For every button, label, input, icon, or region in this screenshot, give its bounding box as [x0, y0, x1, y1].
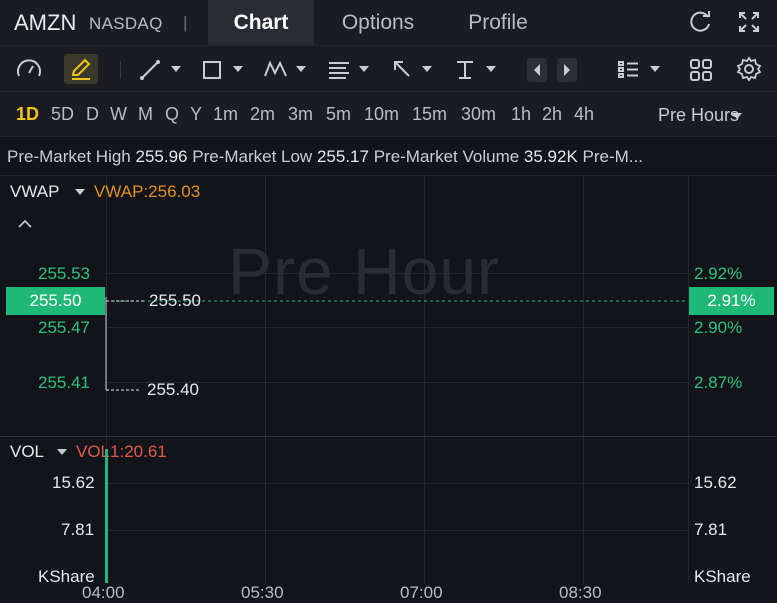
- next-arrow-icon[interactable]: [557, 58, 577, 82]
- time-axis-label: 05:30: [241, 583, 284, 602]
- arrow-dropdown[interactable]: [422, 66, 432, 72]
- indicator-dropdown[interactable]: [650, 66, 660, 72]
- vol-value: VOL1:20.61: [76, 442, 167, 461]
- refresh-icon[interactable]: [688, 9, 714, 35]
- volume-bar: [105, 449, 108, 583]
- period-2h[interactable]: 2h: [542, 104, 562, 125]
- volume-axis-label: 7.81: [694, 520, 728, 539]
- fibonacci-icon[interactable]: [326, 54, 352, 84]
- vertical-line-icon[interactable]: [452, 54, 478, 84]
- settings-icon[interactable]: [736, 54, 762, 84]
- period-selector: 1D 5D D W M Q Y 1m 2m 3m 5m 10m 15m 30m …: [0, 91, 777, 136]
- fullscreen-icon[interactable]: [736, 9, 762, 35]
- period-1h[interactable]: 1h: [511, 104, 531, 125]
- vol-dropdown[interactable]: [57, 449, 67, 455]
- high-price-label: 255.50: [149, 291, 201, 310]
- premarket-more: Pre-M...: [582, 147, 643, 166]
- volume-axis-label: KShare: [694, 567, 751, 586]
- period-10m[interactable]: 10m: [364, 104, 399, 125]
- rectangle-dropdown[interactable]: [233, 66, 243, 72]
- drawing-toolbar: [0, 45, 777, 91]
- price-line-chart: [105, 297, 688, 391]
- prev-arrow-icon[interactable]: [527, 58, 547, 82]
- period-1d[interactable]: 1D: [16, 104, 39, 125]
- chevron-down-icon[interactable]: [732, 113, 742, 119]
- grid-icon[interactable]: [688, 54, 714, 84]
- chart-area[interactable]: Pre Hour VWAP VWAP:256.03 255.53 255.47 …: [0, 177, 777, 603]
- fibonacci-dropdown[interactable]: [359, 66, 369, 72]
- toolbar-divider: [120, 61, 121, 79]
- period-w[interactable]: W: [110, 104, 127, 125]
- low-price-label: 255.40: [147, 380, 199, 399]
- wave-icon[interactable]: [262, 54, 290, 84]
- premarket-low-value: 255.17: [316, 147, 369, 166]
- time-axis-label: 07:00: [400, 583, 443, 602]
- premarket-high-label: Pre-Market High: [7, 147, 131, 166]
- premarket-high-value: 255.96: [135, 147, 188, 166]
- period-30m[interactable]: 30m: [461, 104, 496, 125]
- indicator-list-icon[interactable]: [616, 54, 642, 84]
- period-5d[interactable]: 5D: [51, 104, 74, 125]
- tab-profile[interactable]: Profile: [448, 0, 548, 45]
- period-5m[interactable]: 5m: [326, 104, 351, 125]
- rectangle-icon[interactable]: [199, 54, 225, 84]
- tab-chart[interactable]: Chart: [208, 0, 314, 45]
- premarket-volume-value: 35.92K: [523, 147, 578, 166]
- session-select[interactable]: Pre Hours: [658, 105, 739, 126]
- volume-axis-label: 15.62: [52, 473, 95, 492]
- period-3m[interactable]: 3m: [288, 104, 313, 125]
- tab-options[interactable]: Options: [323, 0, 433, 45]
- trendline-dropdown[interactable]: [171, 66, 181, 72]
- header-separator: |: [183, 13, 188, 32]
- gauge-icon[interactable]: [14, 54, 44, 84]
- ticker-symbol: AMZN: [14, 10, 77, 35]
- grid-line: [106, 483, 688, 484]
- vertical-line-dropdown[interactable]: [486, 66, 496, 72]
- time-axis-label: 08:30: [559, 583, 602, 602]
- volume-axis-label: 15.62: [694, 473, 737, 492]
- period-m[interactable]: M: [138, 104, 153, 125]
- period-y[interactable]: Y: [190, 104, 202, 125]
- grid-line: [106, 530, 688, 531]
- premarket-low-label: Pre-Market Low: [192, 147, 313, 166]
- wave-dropdown[interactable]: [296, 66, 306, 72]
- period-d[interactable]: D: [86, 104, 99, 125]
- vol-indicator-label[interactable]: VOL: [10, 442, 44, 462]
- arrow-draw-icon[interactable]: [389, 54, 415, 84]
- period-q[interactable]: Q: [165, 104, 179, 125]
- top-header: AMZN NASDAQ | Chart Options Profile: [0, 0, 777, 45]
- trendline-icon[interactable]: [138, 54, 164, 84]
- period-2m[interactable]: 2m: [250, 104, 275, 125]
- period-4h[interactable]: 4h: [574, 104, 594, 125]
- highlighter-icon[interactable]: [64, 54, 98, 84]
- period-1m[interactable]: 1m: [213, 104, 238, 125]
- premarket-stats: Pre-Market High 255.96 Pre-Market Low 25…: [0, 136, 777, 176]
- exchange-name: NASDAQ: [89, 14, 163, 33]
- time-axis-label: 04:00: [82, 583, 125, 602]
- premarket-volume-label: Pre-Market Volume: [373, 147, 520, 166]
- period-15m[interactable]: 15m: [412, 104, 447, 125]
- volume-axis-label: 7.81: [61, 520, 95, 539]
